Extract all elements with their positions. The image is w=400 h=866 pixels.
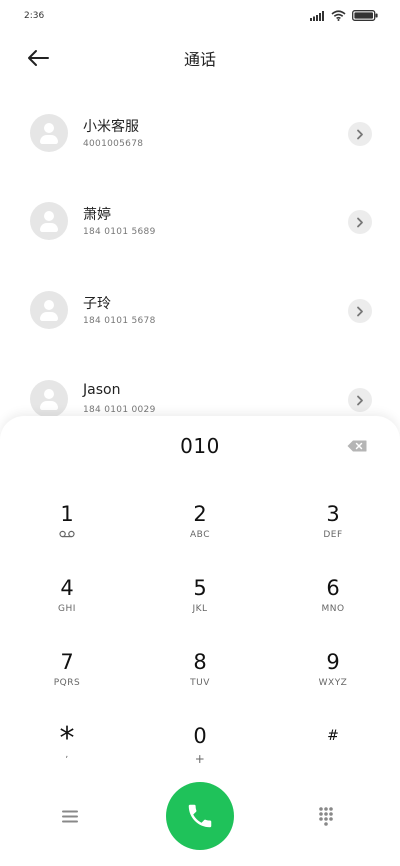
contact-row[interactable]: 小米客服 4001005678 xyxy=(0,110,400,182)
key-digit: # xyxy=(327,728,339,744)
status-bar: 2:36 xyxy=(0,0,400,32)
dial-key-5[interactable]: 5 JKL xyxy=(150,576,250,632)
contact-row[interactable]: 萧婷 184 0101 5689 xyxy=(0,198,400,270)
page-title: 通话 xyxy=(183,50,216,69)
key-letters: WXYZ xyxy=(318,678,348,688)
dial-key-star[interactable]: * , xyxy=(17,724,117,780)
dial-key-7[interactable]: 7 PQRS xyxy=(17,650,117,706)
chevron-right-icon xyxy=(357,306,363,316)
contact-name: 子玲 xyxy=(83,296,111,312)
battery-icon xyxy=(352,10,378,21)
contact-detail-button[interactable] xyxy=(348,122,372,146)
dial-key-1[interactable]: 1 xyxy=(17,502,117,558)
contact-name: Jason xyxy=(83,382,121,398)
key-digit: 6 xyxy=(326,576,340,600)
dial-key-3[interactable]: 3 DEF xyxy=(283,502,383,558)
chevron-right-icon xyxy=(357,217,363,227)
key-digit: 1 xyxy=(60,502,74,526)
avatar xyxy=(30,291,68,329)
chevron-right-icon xyxy=(357,395,363,405)
contact-name: 萧婷 xyxy=(83,207,111,223)
dial-key-4[interactable]: 4 GHI xyxy=(17,576,117,632)
menu-button[interactable] xyxy=(56,802,84,830)
dialpad-bottom-bar xyxy=(0,778,400,858)
avatar xyxy=(30,380,68,418)
key-digit: 9 xyxy=(326,650,340,674)
signal-icon xyxy=(310,10,324,21)
call-button[interactable] xyxy=(166,782,234,850)
key-letters: TUV xyxy=(190,678,210,688)
backspace-button[interactable] xyxy=(346,438,368,454)
key-letters: JKL xyxy=(192,604,208,614)
contact-number: 184 0101 0029 xyxy=(83,405,156,415)
status-time: 2:36 xyxy=(24,11,45,21)
key-letters: PQRS xyxy=(53,678,81,688)
contact-number: 184 0101 5678 xyxy=(83,316,156,326)
contact-number: 4001005678 xyxy=(83,139,144,149)
key-digit: 3 xyxy=(326,502,340,526)
key-letters: MNO xyxy=(321,604,345,614)
key-letters: + xyxy=(194,752,206,766)
contact-detail-button[interactable] xyxy=(348,388,372,412)
contact-row[interactable]: 子玲 184 0101 5678 xyxy=(0,287,400,359)
dial-key-hash[interactable]: # xyxy=(283,724,383,780)
key-digit: 2 xyxy=(193,502,207,526)
key-digit: 4 xyxy=(60,576,74,600)
dialpad: 010 1 2 ABC 3 DEF 4 GHI 5 JKL 6 MNO 7 PQ… xyxy=(0,416,400,866)
key-digit: 7 xyxy=(60,650,74,674)
avatar xyxy=(30,202,68,240)
menu-icon xyxy=(62,810,78,822)
contact-name: 小米客服 xyxy=(83,119,139,135)
dial-key-6[interactable]: 6 MNO xyxy=(283,576,383,632)
header: 通话 xyxy=(0,36,400,80)
wifi-icon xyxy=(331,10,346,21)
dial-key-8[interactable]: 8 TUV xyxy=(150,650,250,706)
chevron-right-icon xyxy=(357,129,363,139)
contact-detail-button[interactable] xyxy=(348,299,372,323)
keypad-icon xyxy=(319,807,333,826)
dial-number-display[interactable]: 010 xyxy=(0,434,400,458)
dial-key-2[interactable]: 2 ABC xyxy=(150,502,250,558)
avatar xyxy=(30,114,68,152)
phone-icon xyxy=(188,804,212,828)
key-letters: ABC xyxy=(190,530,210,540)
voicemail-icon xyxy=(17,530,117,542)
status-icons xyxy=(310,10,378,21)
dial-key-0[interactable]: 0 + xyxy=(150,724,250,780)
contact-number: 184 0101 5689 xyxy=(83,227,156,237)
key-digit: 5 xyxy=(193,576,207,600)
dial-key-9[interactable]: 9 WXYZ xyxy=(283,650,383,706)
key-letters: GHI xyxy=(58,604,76,614)
contact-detail-button[interactable] xyxy=(348,210,372,234)
key-letters: DEF xyxy=(323,530,343,540)
key-letters xyxy=(283,752,383,764)
key-digit: 0 xyxy=(193,724,207,748)
backspace-icon xyxy=(347,440,367,452)
key-letters: , xyxy=(65,750,69,760)
key-digit: 8 xyxy=(193,650,207,674)
keypad-toggle-button[interactable] xyxy=(312,802,340,830)
